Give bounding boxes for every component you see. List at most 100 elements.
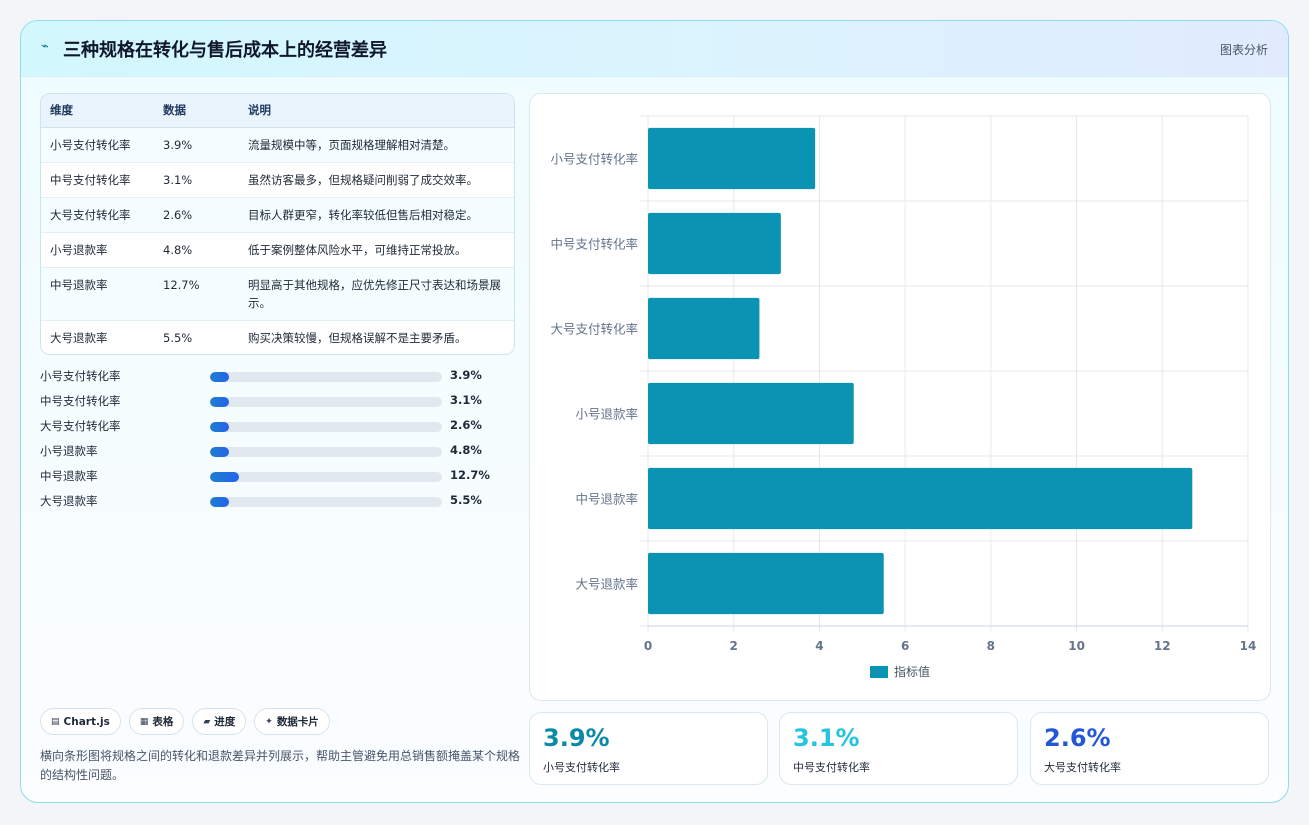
table-row: 中号支付转化率 3.1% 虽然访客最多，但规格疑问削弱了成交效率。 (41, 162, 514, 198)
chip-progress[interactable]: ▰ 进度 (192, 708, 247, 735)
cell-dimension: 大号退款率 (50, 330, 108, 345)
chip-label: 表格 (152, 716, 174, 728)
cell-note: 明显高于其他规格，应优先修正尺寸表达和场景展示。 (239, 267, 514, 321)
progress-value: 4.8% (450, 443, 482, 457)
stat-card: 2.6% 大号支付转化率 (1030, 712, 1269, 785)
progress-value: 3.1% (450, 393, 482, 407)
progress-icon: ▰ (203, 716, 211, 727)
progress-track (210, 472, 442, 482)
bar-chart: 0 2 4 6 8 10 12 14 小号支付转化率中号支付转化率大号支付转化率小号退款率中号退… (550, 115, 1257, 679)
y-category-label: 中号退款率 (575, 492, 638, 507)
cell-dimension: 中号退款率 (41, 267, 154, 321)
y-category-label: 中号支付转化率 (550, 237, 638, 252)
y-category-label: 大号支付转化率 (550, 322, 638, 337)
table-row: 小号支付转化率 3.9% 流量规模中等，页面规格理解相对清楚。 (41, 127, 514, 163)
cell-value: 2.6% (154, 197, 239, 233)
data-table: 维度 数据 说明 小号支付转化率 3.9% 流量规模中等，页面规格理解相对清楚。… (40, 93, 515, 355)
progress-row: 中号支付转化率 3.1% (40, 391, 520, 416)
progress-row: 小号退款率 4.8% (40, 441, 520, 466)
progress-track (210, 422, 442, 432)
progress-value: 3.9% (450, 368, 482, 382)
progress-fill (210, 472, 240, 482)
bar (648, 297, 760, 360)
progress-value: 5.5% (450, 493, 482, 507)
bar (648, 212, 781, 275)
cell-dimension: 中号支付转化率 (41, 162, 154, 198)
x-tick-label: 2 (730, 639, 738, 653)
x-tick-label: 8 (987, 639, 995, 653)
y-category-label: 小号退款率 (575, 407, 638, 422)
progress-label: 小号支付转化率 (40, 369, 121, 383)
x-tick-label: 10 (1068, 639, 1085, 653)
cell-note: 低于案例整体风险水平，可维持正常投放。 (239, 232, 514, 268)
bar (648, 552, 884, 615)
stat-label: 大号支付转化率 (1044, 761, 1121, 774)
x-tick-label: 6 (901, 639, 909, 653)
cell-dimension: 大号支付转化率 (41, 197, 154, 233)
column-header: 数据 (154, 94, 239, 128)
progress-label: 小号退款率 (40, 444, 98, 458)
column-header: 维度 (41, 94, 154, 128)
cell-value: 12.7% (154, 267, 239, 321)
description: 横向条形图将规格之间的转化和退款差异并列展示，帮助主管避免用总销售额掩盖某个规格… (40, 749, 521, 782)
cell-dimension: 小号支付转化率 (41, 127, 154, 163)
chip-table[interactable]: ▦ 表格 (128, 708, 185, 735)
header: ⌁ 三种规格在转化与售后成本上的经营差异 图表分析 (21, 21, 1288, 77)
stat-label: 小号支付转化率 (543, 761, 620, 774)
chip-data-card[interactable]: ✦ 数据卡片 (254, 708, 330, 735)
x-tick-label: 12 (1154, 639, 1171, 653)
stat-card: 3.9% 小号支付转化率 (529, 712, 768, 785)
page-title: 三种规格在转化与售后成本上的经营差异 (63, 40, 387, 61)
chart-icon: ▤ (51, 716, 60, 727)
progress-track (210, 397, 442, 407)
stat-label: 中号支付转化率 (793, 761, 870, 774)
cell-value: 3.9% (154, 127, 239, 163)
stat-value: 2.6% (1044, 724, 1111, 752)
pulse-icon: ⌁ (41, 39, 49, 54)
cell-value: 5.5% (163, 330, 193, 345)
progress-track (210, 447, 442, 457)
stat-card: 3.1% 中号支付转化率 (779, 712, 1018, 785)
progress-list: 小号支付转化率 3.9% 中号支付转化率 3.1% 大号支付转化率 2.6% 小号退款率 4.… (40, 366, 520, 516)
progress-label: 大号退款率 (40, 494, 98, 508)
legend-swatch (870, 666, 888, 678)
chip-chartjs[interactable]: ▤ Chart.js (40, 708, 121, 735)
progress-value: 2.6% (450, 418, 482, 432)
progress-value: 12.7% (450, 468, 490, 482)
progress-fill (210, 497, 229, 507)
progress-fill (210, 372, 229, 382)
progress-fill (210, 422, 229, 432)
sparkle-icon: ✦ (265, 716, 273, 727)
cell-dimension: 小号退款率 (41, 232, 154, 268)
progress-fill (210, 397, 229, 407)
bar (648, 382, 854, 445)
progress-row: 中号退款率 12.7% (40, 466, 520, 491)
chip-row: ▤ Chart.js ▦ 表格 ▰ 进度 ✦ 数据卡片 (40, 708, 330, 735)
chip-label: 进度 (214, 716, 236, 728)
table-icon: ▦ (139, 716, 149, 727)
cell-value: 3.1% (154, 162, 239, 198)
cell-note: 虽然访客最多，但规格疑问削弱了成交效率。 (239, 162, 514, 198)
y-category-label: 大号退款率 (575, 577, 638, 592)
stat-value: 3.9% (543, 724, 610, 752)
table-row: 大号退款率 5.5% 购买决策较慢，但规格误解不是主要矛盾。 (41, 320, 514, 354)
bar (648, 127, 816, 190)
table-row: 小号退款率 4.8% 低于案例整体风险水平，可维持正常投放。 (41, 232, 514, 268)
cell-note: 目标人群更窄，转化率较低但售后相对稳定。 (239, 197, 514, 233)
column-header: 说明 (239, 94, 514, 128)
progress-label: 中号支付转化率 (40, 394, 121, 408)
cell-note: 购买决策较慢，但规格误解不是主要矛盾。 (248, 330, 467, 345)
table-row: 中号退款率 12.7% 明显高于其他规格，应优先修正尺寸表达和场景展示。 (41, 267, 514, 321)
header-tag: 图表分析 (1219, 43, 1268, 57)
progress-fill (210, 447, 229, 457)
legend-label: 指标值 (894, 664, 930, 679)
x-tick-label: 4 (815, 639, 823, 653)
x-tick-label: 0 (644, 639, 652, 653)
x-tick-label: 14 (1240, 639, 1257, 653)
bar-chart-panel: 0 2 4 6 8 10 12 14 小号支付转化率 中号支付转化率 大号支付转化率 小号退款率 中号退… (529, 93, 1271, 701)
stat-value: 3.1% (793, 724, 860, 752)
report-card: ⌁ 三种规格在转化与售后成本上的经营差异 图表分析 维度 数据 说明 小号支付转… (20, 20, 1289, 803)
progress-row: 小号支付转化率 3.9% (40, 366, 520, 391)
progress-label: 中号退款率 (40, 469, 98, 483)
progress-track (210, 497, 442, 507)
